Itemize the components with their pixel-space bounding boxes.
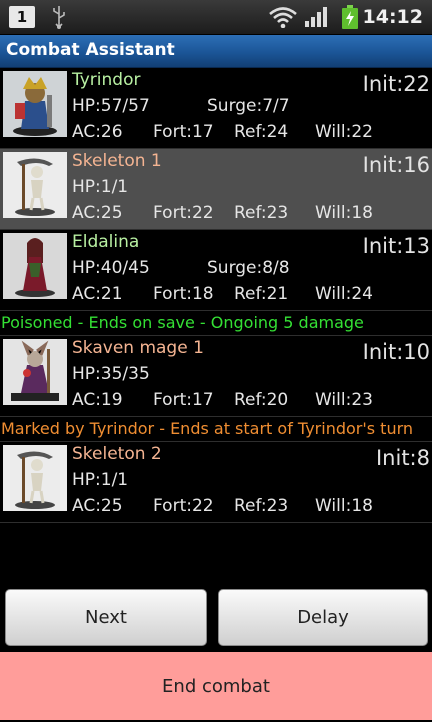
combatant-row[interactable]: Skaven mage 1 Init:10 HP:35/35 AC:19 For…	[0, 336, 432, 417]
status-bar: 1 14:12	[0, 0, 432, 35]
hp-value: HP:1/1	[72, 177, 129, 197]
battery-charging-icon	[342, 5, 358, 29]
combatant-name: Skeleton 2	[72, 444, 162, 464]
usb-icon	[53, 6, 65, 29]
fort-value: Fort:22	[153, 203, 214, 223]
fort-value: Fort:17	[153, 122, 214, 142]
ref-value: Ref:23	[234, 203, 289, 223]
surge-value: Surge:7/7	[207, 96, 290, 116]
will-value: Will:23	[315, 390, 373, 410]
ac-value: AC:21	[72, 284, 123, 304]
combatant-name: Eldalina	[72, 232, 140, 252]
combatant-row[interactable]: Eldalina Init:13 HP:40/45 Surge:8/8 AC:2…	[0, 230, 432, 311]
ac-value: AC:25	[72, 496, 123, 516]
hp-value: HP:35/35	[72, 364, 150, 384]
initiative-value: Init:10	[362, 340, 430, 364]
title-bar: Combat Assistant	[0, 35, 432, 68]
hp-value: HP:57/57	[72, 96, 150, 116]
miniature-avatar	[3, 233, 67, 299]
signal-icon	[305, 7, 327, 27]
fort-value: Fort:17	[153, 390, 214, 410]
wifi-icon	[269, 7, 297, 28]
ac-value: AC:26	[72, 122, 123, 142]
will-value: Will:18	[315, 496, 373, 516]
ref-value: Ref:20	[234, 390, 289, 410]
combatant-row-selected[interactable]: Skeleton 1 Init:16 HP:1/1 AC:25 Fort:22 …	[0, 149, 432, 230]
clock: 14:12	[362, 6, 423, 28]
will-value: Will:18	[315, 203, 373, 223]
surge-value: Surge:8/8	[207, 258, 290, 278]
combatant-row[interactable]: Skeleton 2 Init:8 HP:1/1 AC:25 Fort:22 R…	[0, 442, 432, 523]
end-combat-button[interactable]: End combat	[0, 652, 432, 720]
miniature-avatar	[3, 445, 67, 511]
miniature-avatar	[3, 152, 67, 218]
notification-badge[interactable]: 1	[9, 6, 35, 28]
initiative-value: Init:13	[362, 234, 430, 258]
app-title: Combat Assistant	[6, 40, 175, 60]
combatant-row[interactable]: Tyrindor Init:22 HP:57/57 Surge:7/7 AC:2…	[0, 68, 432, 149]
status-effect[interactable]: Marked by Tyrindor - Ends at start of Ty…	[0, 417, 432, 442]
hp-value: HP:40/45	[72, 258, 150, 278]
initiative-value: Init:8	[375, 446, 430, 470]
ac-value: AC:19	[72, 390, 123, 410]
combatant-list[interactable]: Tyrindor Init:22 HP:57/57 Surge:7/7 AC:2…	[0, 68, 432, 523]
fort-value: Fort:22	[153, 496, 214, 516]
will-value: Will:22	[315, 122, 373, 142]
next-button[interactable]: Next	[5, 589, 207, 646]
will-value: Will:24	[315, 284, 373, 304]
fort-value: Fort:18	[153, 284, 214, 304]
miniature-avatar	[3, 339, 67, 405]
initiative-value: Init:16	[362, 153, 430, 177]
ref-value: Ref:24	[234, 122, 289, 142]
ac-value: AC:25	[72, 203, 123, 223]
combatant-name: Tyrindor	[72, 70, 141, 90]
combatant-name: Skaven mage 1	[72, 338, 204, 358]
status-effect[interactable]: Poisoned - Ends on save - Ongoing 5 dama…	[0, 311, 432, 336]
initiative-value: Init:22	[362, 72, 430, 96]
hp-value: HP:1/1	[72, 470, 129, 490]
ref-value: Ref:21	[234, 284, 289, 304]
miniature-avatar	[3, 71, 67, 137]
delay-button[interactable]: Delay	[218, 589, 428, 646]
combatant-name: Skeleton 1	[72, 151, 162, 171]
ref-value: Ref:23	[234, 496, 289, 516]
